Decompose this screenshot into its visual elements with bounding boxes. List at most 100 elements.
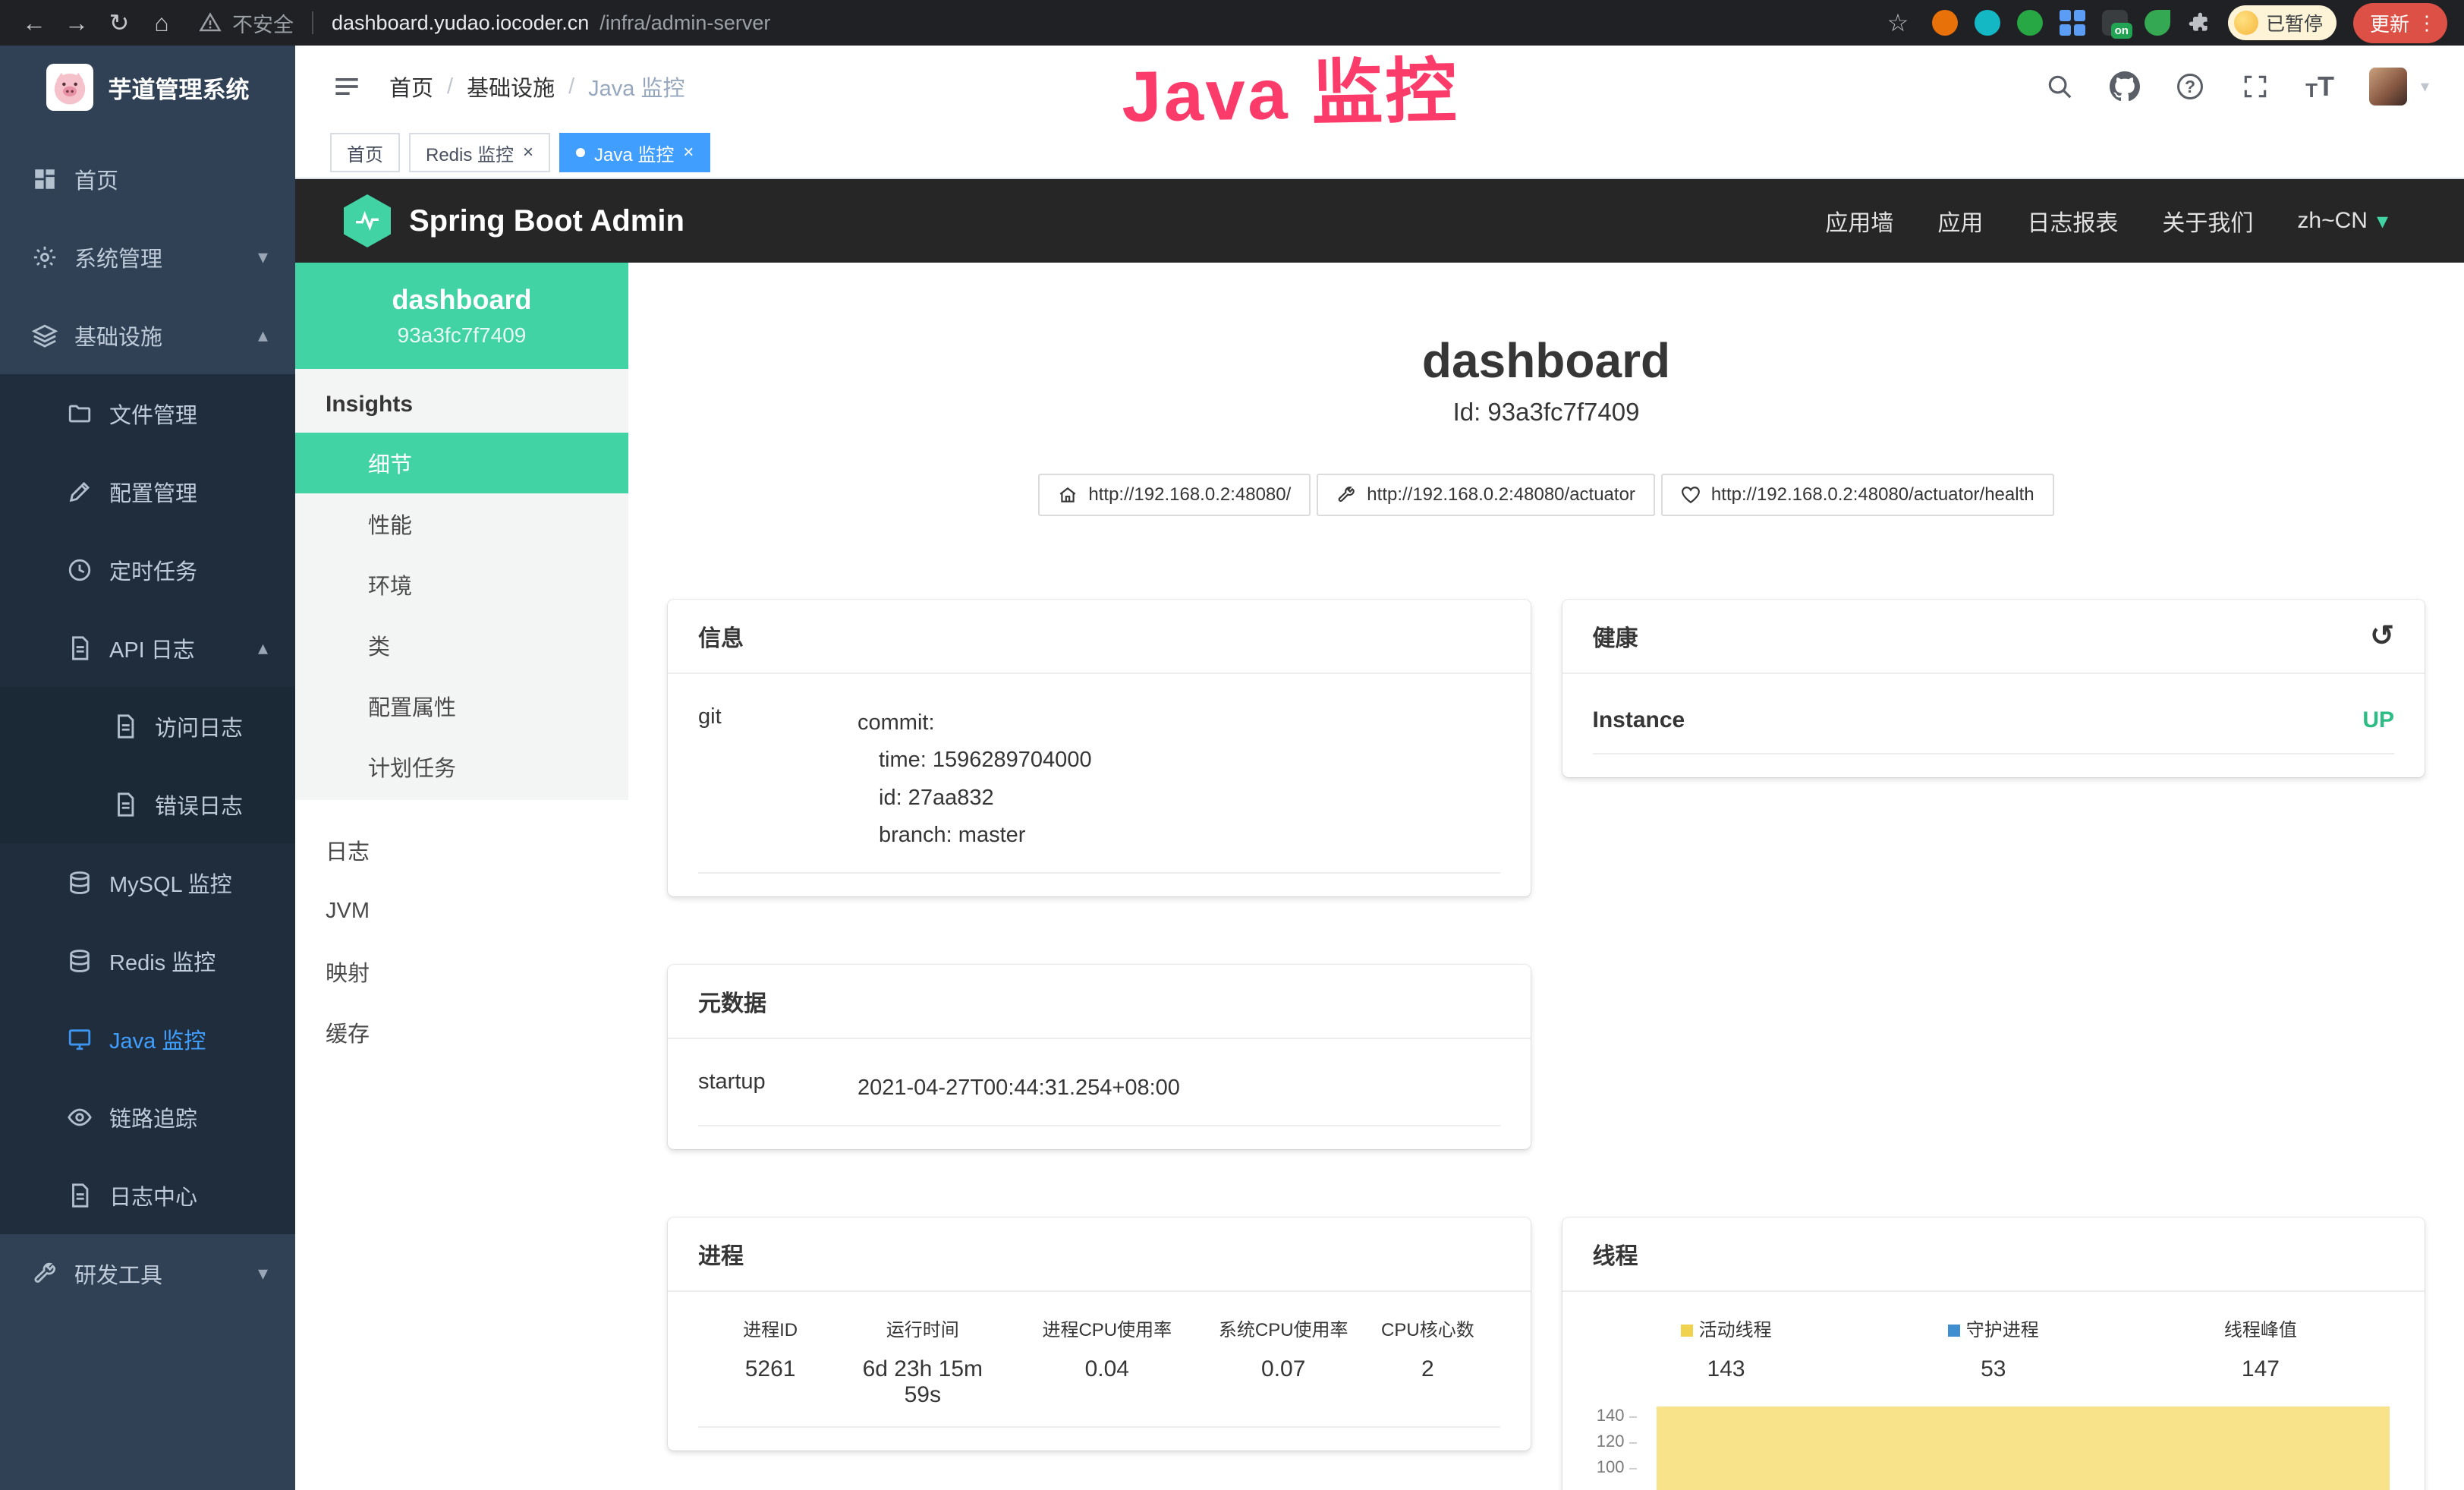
extension-grid-icon[interactable]	[2060, 10, 2085, 36]
hamburger-icon[interactable]	[330, 70, 363, 103]
document-icon	[67, 1183, 93, 1208]
extension-green-icon[interactable]	[2017, 10, 2043, 36]
page-title: dashboard	[628, 332, 2464, 389]
help-icon[interactable]: ?	[2175, 71, 2205, 102]
history-icon[interactable]: ↺	[2370, 622, 2394, 650]
breadcrumb-infrastructure[interactable]: 基础设施	[467, 71, 555, 102]
sidebar-item-label: 错误日志	[155, 789, 243, 821]
sidebar-item-label: Java 监控	[109, 1023, 206, 1055]
sba-brand[interactable]: Spring Boot Admin	[344, 194, 684, 247]
breadcrumb-separator: /	[568, 74, 574, 99]
uptime-value: 6d 23h 15m 59s	[842, 1356, 1002, 1408]
health-url-link[interactable]: http://192.168.0.2:48080/actuator/health	[1661, 474, 2054, 516]
sidebar-item-label: 配置管理	[109, 476, 197, 508]
instance-header[interactable]: dashboard 93a3fc7f7409	[295, 263, 628, 369]
avatar-caret-icon[interactable]: ▾	[2421, 77, 2429, 96]
extensions-puzzle-icon[interactable]	[2187, 11, 2211, 35]
back-icon[interactable]: ←	[17, 5, 52, 40]
home-icon[interactable]: ⌂	[144, 5, 179, 40]
sidebar-item-system-mgmt[interactable]: 系统管理 ▾	[0, 218, 295, 296]
sba-item-logs[interactable]: 日志	[295, 820, 628, 880]
sidebar-item-label: 系统管理	[74, 241, 162, 273]
sidebar-item-label: 定时任务	[109, 554, 197, 586]
sidebar-item-scheduled-jobs[interactable]: 定时任务	[0, 531, 295, 609]
document-icon	[67, 635, 93, 661]
locale-label: zh~CN	[2297, 208, 2368, 234]
close-icon[interactable]: ×	[523, 142, 533, 163]
kebab-menu-icon[interactable]: ⋮	[2417, 11, 2437, 35]
nav-applications[interactable]: 应用	[1937, 204, 1983, 238]
sba-item-environment[interactable]: 环境	[295, 554, 628, 615]
link-label: http://192.168.0.2:48080/actuator/health	[1711, 484, 2034, 506]
sidebar-item-dev-tools[interactable]: 研发工具 ▾	[0, 1234, 295, 1312]
sidebar-item-config-mgmt[interactable]: 配置管理	[0, 452, 295, 531]
health-instance-label: Instance	[1593, 707, 1685, 733]
sidebar-item-java-monitor[interactable]: Java 监控	[0, 1000, 295, 1078]
nav-wallboard[interactable]: 应用墙	[1825, 204, 1893, 238]
tab-redis-monitor[interactable]: Redis 监控 ×	[409, 133, 550, 172]
sidebar-item-infrastructure[interactable]: 基础设施 ▴	[0, 296, 295, 374]
leaf-extension-icon[interactable]	[2145, 10, 2170, 36]
status-badge: UP	[2362, 707, 2394, 733]
avatar[interactable]	[2369, 68, 2407, 106]
database-icon	[67, 948, 93, 974]
sidebar-item-home[interactable]: 首页	[0, 140, 295, 218]
sba-item-scheduled-tasks[interactable]: 计划任务	[295, 736, 628, 797]
chrome-update-button[interactable]: 更新 ⋮	[2353, 3, 2447, 43]
system-cpu-value: 0.07	[1211, 1356, 1355, 1408]
tab-java-monitor[interactable]: Java 监控 ×	[559, 133, 710, 172]
sidebar-item-tracing[interactable]: 链路追踪	[0, 1078, 295, 1156]
health-card: 健康 ↺ Instance UP	[1562, 600, 2425, 777]
sba-logo-icon	[344, 194, 391, 247]
nav-journal[interactable]: 日志报表	[2027, 204, 2118, 238]
sba-item-caches[interactable]: 缓存	[295, 1002, 628, 1063]
forward-icon[interactable]: →	[59, 5, 94, 40]
sba-item-details[interactable]: 细节	[295, 433, 628, 493]
admin-menu: 首页 系统管理 ▾ 基础设施 ▴ 文件管理 配置管理	[0, 140, 295, 1312]
breadcrumb-separator: /	[447, 74, 453, 99]
adblock-extension-icon[interactable]: on	[2102, 10, 2128, 36]
chevron-up-icon: ▴	[258, 636, 268, 660]
sidebar-item-label: MySQL 监控	[109, 867, 232, 899]
sidebar-item-label: 访问日志	[155, 710, 243, 742]
close-icon[interactable]: ×	[683, 142, 694, 163]
blue-legend-swatch	[1948, 1325, 1960, 1337]
search-icon[interactable]	[2044, 71, 2075, 102]
git-commit-line: commit:	[858, 704, 1092, 742]
tab-home[interactable]: 首页	[330, 133, 400, 172]
emoji-avatar-icon	[2234, 11, 2258, 35]
git-branch-line: branch: master	[858, 817, 1092, 854]
sidebar-item-mysql-monitor[interactable]: MySQL 监控	[0, 843, 295, 921]
sidebar-item-redis-monitor[interactable]: Redis 监控	[0, 921, 295, 1000]
chevron-down-icon: ▾	[2377, 208, 2388, 235]
fullscreen-icon[interactable]	[2240, 71, 2270, 102]
sba-item-mappings[interactable]: 映射	[295, 941, 628, 1002]
sba-root-items: 日志 JVM 映射 缓存	[295, 820, 628, 1063]
threads-legend: 活动线程 守护进程 线程峰值	[1593, 1299, 2395, 1352]
sidebar-item-error-logs[interactable]: 错误日志	[0, 765, 295, 843]
github-icon[interactable]	[2110, 71, 2140, 102]
bookmark-star-icon[interactable]: ☆	[1880, 5, 1915, 40]
sidebar-item-file-mgmt[interactable]: 文件管理	[0, 374, 295, 452]
sidebar-item-log-center[interactable]: 日志中心	[0, 1156, 295, 1234]
actuator-url-link[interactable]: http://192.168.0.2:48080/actuator	[1317, 474, 1655, 516]
font-size-icon[interactable]: TT	[2305, 71, 2334, 102]
sba-item-config-props[interactable]: 配置属性	[295, 676, 628, 736]
sba-brand-label: Spring Boot Admin	[409, 204, 684, 238]
sidebar-item-access-logs[interactable]: 访问日志	[0, 687, 295, 765]
sba-item-jvm[interactable]: JVM	[295, 880, 628, 941]
service-url-link[interactable]: http://192.168.0.2:48080/	[1038, 474, 1311, 516]
threads-card: 线程 活动线程 守护进程 线程峰值 143 53 1	[1562, 1218, 2425, 1490]
breadcrumb-home[interactable]: 首页	[389, 71, 433, 102]
address-bar[interactable]: 不安全 dashboard.yudao.iocoder.cn /infra/ad…	[199, 8, 1873, 38]
locale-select[interactable]: zh~CN ▾	[2297, 208, 2388, 235]
sidebar-item-api-logs[interactable]: API 日志 ▴	[0, 609, 295, 687]
reload-icon[interactable]: ↻	[102, 5, 137, 40]
profile-paused-chip[interactable]: 已暂停	[2228, 5, 2337, 40]
extension-orange-icon[interactable]	[1932, 10, 1958, 36]
nav-about[interactable]: 关于我们	[2162, 204, 2253, 238]
sba-item-metrics[interactable]: 性能	[295, 493, 628, 554]
app-logo[interactable]: 芋道管理系统	[0, 46, 295, 129]
sba-item-classes[interactable]: 类	[295, 615, 628, 676]
extension-teal-icon[interactable]	[1975, 10, 2000, 36]
